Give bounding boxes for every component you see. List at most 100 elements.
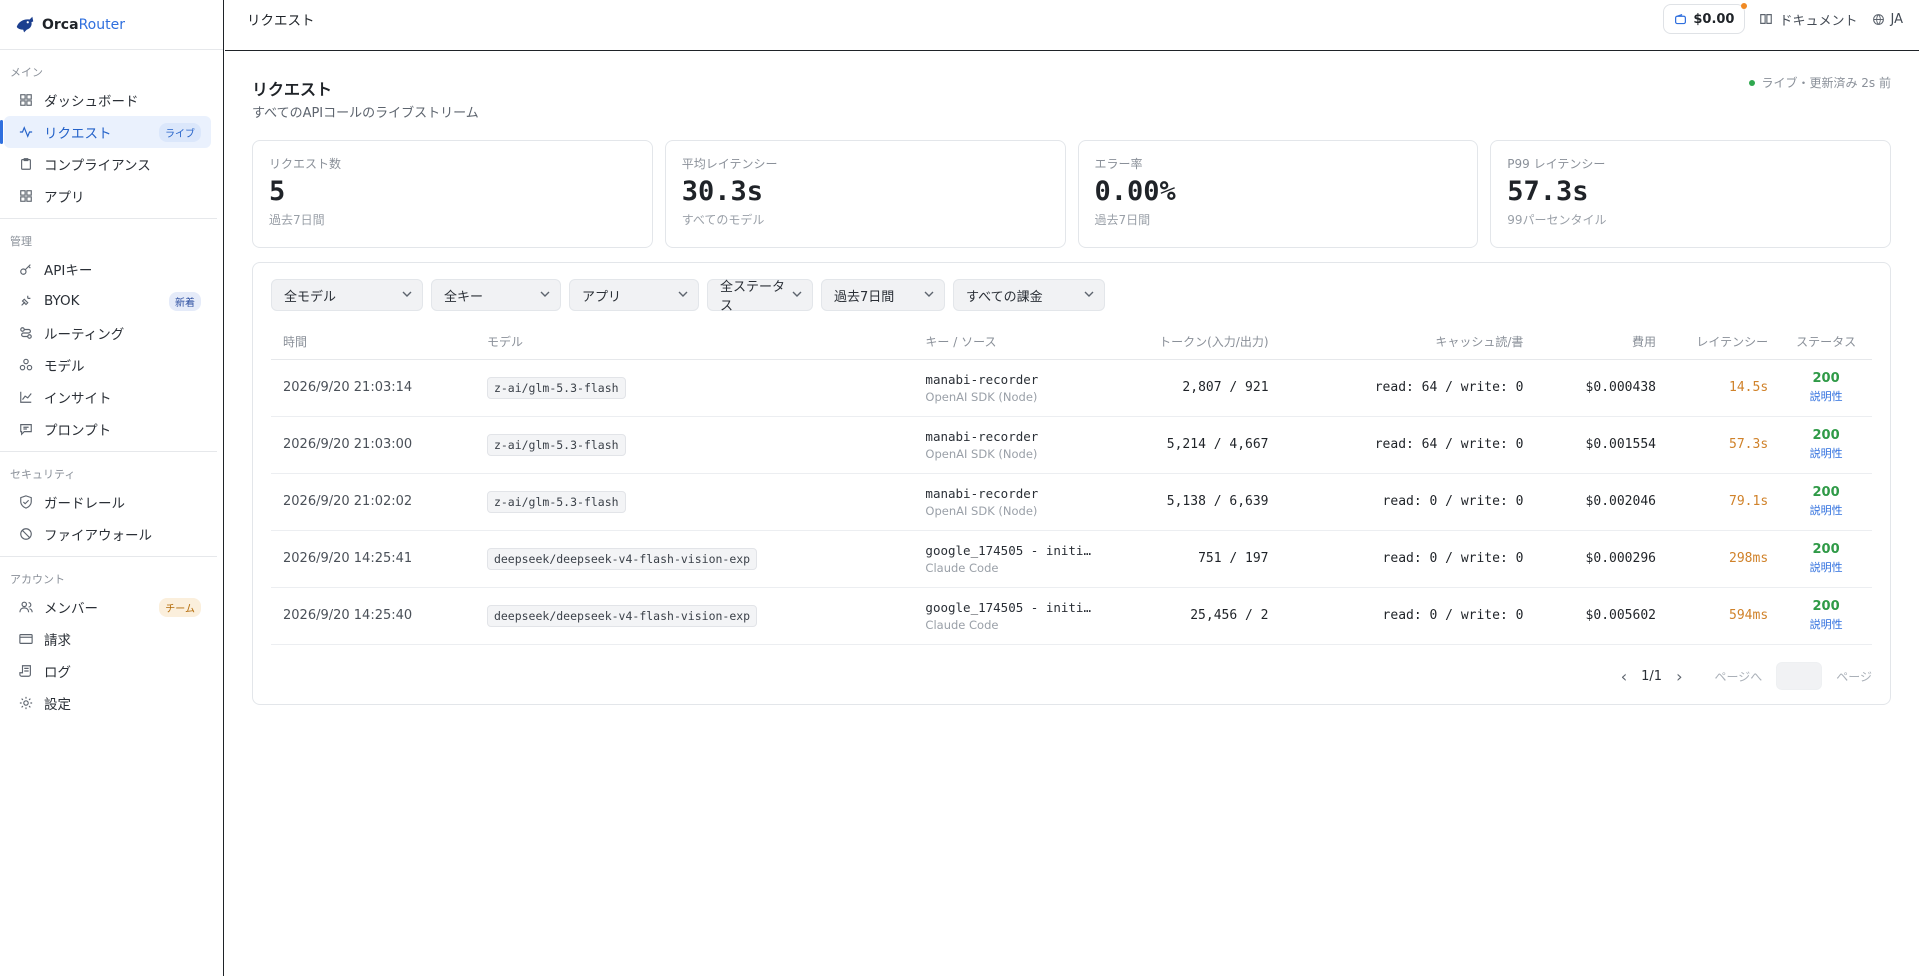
sidebar-item-badge: チーム bbox=[159, 597, 201, 617]
sidebar-item-label: リクエスト bbox=[44, 126, 112, 142]
cell-tokens: 2,807 / 921 bbox=[1107, 359, 1281, 417]
sidebar-item[interactable]: ダッシュボード bbox=[4, 84, 211, 116]
users-icon bbox=[18, 599, 34, 615]
table-row[interactable]: 2026/9/20 14:25:40 deepseek/deepseek-v4-f… bbox=[271, 587, 1872, 645]
column-header: トークン(入力/出力) bbox=[1107, 325, 1281, 360]
column-header: キー / ソース bbox=[913, 325, 1108, 360]
route-icon bbox=[18, 325, 34, 341]
sidebar-item[interactable]: コンプライアンス bbox=[4, 148, 211, 180]
pagination: ‹ 1/1 › ページへ ページ bbox=[1621, 662, 1872, 690]
sidebar-item[interactable]: モデル bbox=[4, 349, 211, 381]
cell-latency: 594ms bbox=[1668, 587, 1781, 645]
shield-check-icon bbox=[18, 494, 34, 510]
sidebar-item[interactable]: 設定 bbox=[4, 687, 211, 719]
live-status: ライブ・更新済み 2s 前 bbox=[1749, 74, 1891, 91]
nav-section-title: セキュリティ bbox=[10, 468, 76, 481]
brand[interactable]: Orca Router bbox=[0, 0, 223, 50]
chevron-down-icon bbox=[678, 289, 688, 302]
sidebar-item[interactable]: プロンプト bbox=[4, 413, 211, 445]
nav-section-title: 管理 bbox=[10, 235, 32, 248]
key-name: google_174505 - initi… bbox=[925, 542, 1091, 558]
sidebar-item[interactable]: ログ bbox=[4, 655, 211, 687]
model-chip: z-ai/glm-5.3-flash bbox=[486, 376, 626, 399]
column-header: ステータス bbox=[1780, 325, 1872, 360]
cell-status: 200 説明性 bbox=[1780, 359, 1872, 417]
stat-footnote: 過去7日間 bbox=[1094, 213, 1151, 227]
model-chip: z-ai/glm-5.3-flash bbox=[486, 490, 626, 513]
key-source: OpenAI SDK (Node) bbox=[925, 503, 1038, 518]
sidebar-item[interactable]: アプリ bbox=[4, 180, 211, 212]
status-filter-select[interactable]: 全ステータス bbox=[707, 279, 813, 314]
date-range-select[interactable]: 過去7日間 bbox=[821, 279, 945, 311]
table-row[interactable]: 2026/9/20 14:25:41 deepseek/deepseek-v4-f… bbox=[271, 530, 1872, 588]
cell-model: deepseek/deepseek-v4-flash-vision-exp bbox=[474, 530, 914, 588]
sidebar-item[interactable]: BYOK 新着 bbox=[4, 285, 211, 317]
cell-cost: $0.002046 bbox=[1535, 473, 1668, 531]
sidebar-item[interactable]: メンバー チーム bbox=[4, 591, 211, 623]
sidebar-item[interactable]: APIキー bbox=[4, 253, 211, 285]
nav-section-title: メイン bbox=[10, 66, 43, 79]
goto-page-label: ページへ bbox=[1714, 669, 1763, 684]
table-row[interactable]: 2026/9/20 21:03:00 z-ai/glm-5.3-flash mana… bbox=[271, 416, 1872, 474]
chevron-down-icon bbox=[402, 289, 412, 302]
sidebar-item-label: ダッシュボード bbox=[44, 94, 139, 110]
explainability-link[interactable]: 説明性 bbox=[1792, 388, 1860, 404]
cell-model: z-ai/glm-5.3-flash bbox=[474, 473, 914, 531]
cell-time: 2026/9/20 21:03:14 bbox=[271, 359, 475, 417]
requests-table-card: 全モデル 全キー アプリ 全ステータス 過去7日間 すべての課金 時間 モデル キー / ソー… bbox=[252, 262, 1891, 705]
sidebar-item-label: ガードレール bbox=[44, 496, 125, 512]
page-number-input[interactable] bbox=[1776, 662, 1823, 690]
prev-page-icon[interactable]: ‹ bbox=[1621, 667, 1627, 686]
nav-section: セキュリティガードレールファイアウォール bbox=[0, 452, 217, 557]
stat-value: 5 bbox=[269, 176, 286, 207]
status-code: 200 bbox=[1812, 371, 1840, 386]
status-code: 200 bbox=[1812, 542, 1840, 557]
next-page-icon[interactable]: › bbox=[1676, 667, 1682, 686]
cell-model: z-ai/glm-5.3-flash bbox=[474, 359, 914, 417]
credit-balance-button[interactable]: $0.00 bbox=[1663, 3, 1748, 34]
breadcrumb: リクエスト bbox=[247, 13, 315, 29]
sidebar-item[interactable]: ガードレール bbox=[4, 486, 211, 518]
cell-key-source: google_174505 - initi… Claude Code bbox=[913, 587, 1108, 645]
stat-label: リクエスト数 bbox=[269, 157, 342, 171]
explainability-link[interactable]: 説明性 bbox=[1792, 445, 1860, 461]
cell-cache: read: 0 / write: 0 bbox=[1280, 530, 1536, 588]
live-dot-icon bbox=[1749, 79, 1756, 86]
card-icon bbox=[18, 631, 34, 647]
app-filter-select[interactable]: アプリ bbox=[569, 279, 699, 311]
sidebar-item[interactable]: ファイアウォール bbox=[4, 518, 211, 550]
model-chip: deepseek/deepseek-v4-flash-vision-exp bbox=[486, 604, 758, 627]
cell-latency: 79.1s bbox=[1668, 473, 1781, 531]
explainability-link[interactable]: 説明性 bbox=[1792, 616, 1860, 632]
message-icon bbox=[18, 421, 34, 437]
explainability-link[interactable]: 説明性 bbox=[1792, 559, 1860, 575]
column-header: キャッシュ読/書 bbox=[1280, 325, 1536, 360]
table-row[interactable]: 2026/9/20 21:03:14 z-ai/glm-5.3-flash mana… bbox=[271, 359, 1872, 417]
billing-filter-select[interactable]: すべての課金 bbox=[953, 279, 1105, 311]
model-chip: z-ai/glm-5.3-flash bbox=[486, 433, 626, 456]
explainability-link[interactable]: 説明性 bbox=[1792, 502, 1860, 518]
sidebar-item-label: ルーティング bbox=[44, 327, 125, 343]
chevron-down-icon bbox=[540, 289, 550, 302]
book-icon bbox=[1760, 14, 1773, 24]
sidebar-item-label: メンバー bbox=[44, 601, 98, 617]
table-row[interactable]: 2026/9/20 21:02:02 z-ai/glm-5.3-flash mana… bbox=[271, 473, 1872, 531]
sidebar-item-label: ログ bbox=[44, 665, 71, 681]
sidebar-item[interactable]: リクエスト ライブ bbox=[0, 116, 211, 148]
key-source: Claude Code bbox=[925, 560, 999, 575]
nav-section: アカウント メンバー チーム 請求 ログ 設定 bbox=[0, 557, 217, 725]
sidebar-item[interactable]: 請求 bbox=[4, 623, 211, 655]
column-header: モデル bbox=[474, 325, 914, 360]
grid-icon bbox=[18, 92, 34, 108]
docs-link[interactable]: ドキュメント bbox=[1759, 10, 1858, 29]
stat-label: 平均レイテンシー bbox=[681, 157, 778, 171]
sidebar-item[interactable]: ルーティング bbox=[4, 317, 211, 349]
language-switcher[interactable]: JA bbox=[1872, 12, 1903, 27]
cell-status: 200 説明性 bbox=[1780, 530, 1872, 588]
stats-row: リクエスト数 5 過去7日間 平均レイテンシー 30.3s すべてのモデル エラー率 0.00… bbox=[252, 140, 1891, 248]
model-filter-select[interactable]: 全モデル bbox=[271, 279, 423, 311]
stat-label: エラー率 bbox=[1094, 157, 1143, 171]
sidebar-item[interactable]: インサイト bbox=[4, 381, 211, 413]
page-suffix-label: ページ bbox=[1836, 669, 1872, 684]
key-filter-select[interactable]: 全キー bbox=[431, 279, 561, 311]
